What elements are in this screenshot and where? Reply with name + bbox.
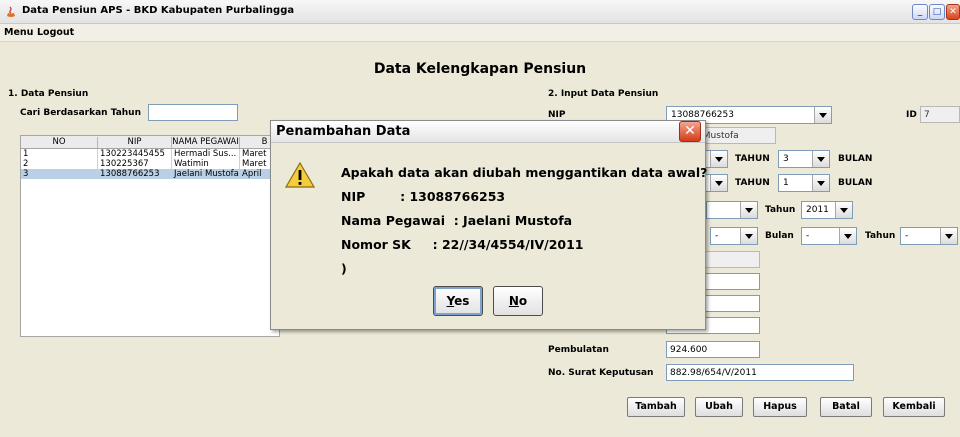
combo-value: 2011	[806, 205, 829, 215]
nip-combo-value: 13088766253	[671, 110, 734, 120]
no-sk-label: No. Surat Keputusan	[548, 368, 654, 378]
chevron-down-icon[interactable]	[835, 202, 852, 218]
combo-value: -	[806, 231, 810, 241]
pembulatan-label: Pembulatan	[548, 345, 609, 355]
masa-kerja-tahun-2-combo[interactable]: 1	[778, 174, 830, 192]
cell-nama: Jaelani Mustofa	[174, 169, 240, 179]
combo-value: 1	[783, 178, 789, 188]
yes-label: es	[454, 294, 470, 308]
combo-value: 3	[783, 154, 789, 164]
close-window-button[interactable]: ✕	[946, 4, 960, 20]
id-label: ID	[906, 110, 917, 120]
table-header: NO NIP NAMA PEGAWAI B	[21, 136, 279, 149]
chevron-down-icon[interactable]	[940, 228, 957, 244]
ubah-button[interactable]: Ubah	[695, 397, 743, 417]
tahun-tmt-combo[interactable]: -	[900, 227, 958, 245]
minimize-button[interactable]: _	[912, 4, 928, 20]
java-app-icon	[7, 6, 15, 17]
tahun-label-2: TAHUN	[735, 178, 770, 188]
search-year-input[interactable]	[148, 104, 238, 121]
search-year-label: Cari Berdasarkan Tahun	[20, 108, 141, 118]
id-field[interactable]	[920, 106, 960, 123]
chevron-down-icon[interactable]	[839, 228, 856, 244]
cell-no: 2	[21, 159, 98, 169]
confirm-dialog: Penambahan Data ✕ Apakah data akan diuba…	[270, 120, 708, 330]
chevron-down-icon[interactable]	[710, 151, 727, 167]
table-row[interactable]: 1 130223445455 Hermadi Sus... Maret	[21, 149, 279, 159]
column-header-no[interactable]: NO	[21, 137, 98, 148]
nip-label: NIP	[548, 110, 566, 120]
tahun-label-4: Tahun	[865, 231, 896, 241]
combo-value: -	[905, 231, 909, 241]
chevron-down-icon[interactable]	[814, 107, 831, 123]
dialog-message-sk: Nomor SK : 22//34/4554/IV/2011	[341, 237, 584, 252]
bulan-label-1: BULAN	[838, 154, 873, 164]
kembali-button[interactable]: Kembali	[883, 397, 945, 417]
combo-value: -	[715, 231, 719, 241]
no-label: o	[518, 294, 528, 308]
window-titlebar: Data Pensiun APS - BKD Kabupaten Purbali…	[0, 0, 960, 24]
cell-no: 1	[21, 149, 98, 159]
dialog-titlebar: Penambahan Data ✕	[271, 121, 705, 143]
dialog-title: Penambahan Data	[276, 124, 411, 139]
column-header-nama-pegawai[interactable]: NAMA PEGAWAI	[172, 137, 240, 148]
cell-nama: Watimin	[172, 159, 240, 169]
dialog-message-question: Apakah data akan diubah menggantikan dat…	[341, 165, 708, 180]
dialog-close-button[interactable]: ✕	[679, 121, 701, 142]
menu-item-logout[interactable]: Logout	[37, 27, 74, 38]
cell-nip: 130225367	[98, 159, 172, 169]
no-mnemonic: N	[508, 294, 519, 308]
maximize-button[interactable]: □	[929, 4, 945, 20]
cell-nip: 13088766253	[98, 169, 172, 179]
bulan-tmt-combo[interactable]: -	[801, 227, 857, 245]
chevron-down-icon[interactable]	[812, 175, 829, 191]
bulan-label-2: BULAN	[838, 178, 873, 188]
tanggal-combo[interactable]: -	[710, 227, 758, 245]
menubar: Menu Logout	[0, 24, 960, 42]
section-title-data-pensiun: 1. Data Pensiun	[8, 89, 89, 99]
window-title: Data Pensiun APS - BKD Kabupaten Purbali…	[22, 5, 295, 16]
chevron-down-icon[interactable]	[740, 202, 757, 218]
menu-item-menu[interactable]: Menu	[4, 27, 33, 38]
cell-no: 3	[21, 169, 98, 179]
table-row-selected[interactable]: 3 13088766253 Jaelani Mustofa April	[21, 169, 279, 179]
tahun-select-combo[interactable]: 2011	[801, 201, 853, 219]
bulan-select-combo[interactable]	[706, 201, 758, 219]
hapus-button[interactable]: Hapus	[753, 397, 807, 417]
warning-icon	[285, 161, 315, 188]
section-title-input-data: 2. Input Data Pensiun	[548, 89, 659, 99]
dialog-message-nama: Nama Pegawai : Jaelani Mustofa	[341, 213, 573, 228]
chevron-down-icon[interactable]	[710, 175, 727, 191]
tahun-label-1: TAHUN	[735, 154, 770, 164]
bulan-label-3: Bulan	[765, 231, 794, 241]
tambah-button[interactable]: Tambah	[627, 397, 685, 417]
cell-nama: Hermadi Sus...	[172, 149, 240, 159]
dialog-message-close-paren: )	[341, 261, 347, 276]
pembulatan-field[interactable]	[666, 341, 760, 358]
cell-nip: 130223445455	[98, 149, 172, 159]
batal-button[interactable]: Batal	[820, 397, 872, 417]
no-sk-field[interactable]	[666, 364, 854, 381]
column-header-nip[interactable]: NIP	[98, 137, 172, 148]
chevron-down-icon[interactable]	[812, 151, 829, 167]
page-title: Data Kelengkapan Pensiun	[373, 61, 587, 77]
dialog-message-nip: NIP : 13088766253	[341, 189, 506, 204]
chevron-down-icon[interactable]	[740, 228, 757, 244]
yes-button[interactable]: Yes	[433, 286, 483, 316]
tahun-label-3: Tahun	[765, 205, 796, 215]
masa-kerja-tahun-1-combo[interactable]: 3	[778, 150, 830, 168]
pensiun-table: NO NIP NAMA PEGAWAI B 1 130223445455 Her…	[20, 135, 280, 337]
no-button[interactable]: No	[493, 286, 543, 316]
table-row[interactable]: 2 130225367 Watimin Maret	[21, 159, 279, 169]
